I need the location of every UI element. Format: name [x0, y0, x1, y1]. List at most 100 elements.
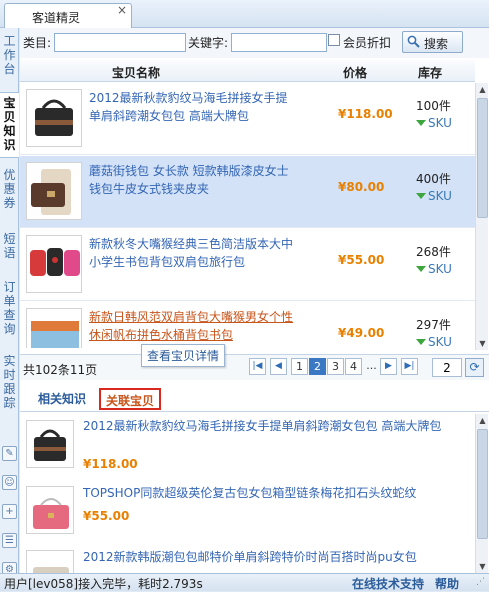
table-header: 宝贝名称 价格 库存 [20, 60, 475, 82]
sidebar-tab-order-query[interactable]: 订单查询 [0, 280, 19, 346]
item-name-link[interactable]: 新款日韩风范双肩背包大嘴猴男女个性休闲帆布拼色水桶背包书包 [89, 308, 299, 344]
page-button-current[interactable]: 2 [309, 358, 326, 375]
sidebar-tab-label: 订单查询 [3, 280, 16, 336]
pen-icon[interactable]: ✎ [2, 446, 17, 461]
related-item-name-link[interactable]: 2012最新秋款豹纹马海毛拼接女手提单肩斜跨潮女包包 高端大牌包 [83, 418, 473, 435]
user-add-icon[interactable]: + [2, 504, 17, 519]
prev-page-icon[interactable]: ◀ [270, 358, 287, 375]
chevron-down-icon [416, 339, 426, 345]
search-bar: 类目: 关键字: 会员折扣 搜索 [20, 28, 489, 58]
item-stock: 268件 [416, 245, 451, 259]
table-row[interactable]: 蘑菇街钱包 女长款 短款韩版漆皮女士钱包牛皮女式钱夹皮夹 ¥80.00 400件… [20, 156, 475, 228]
sidebar-tab-phrases[interactable]: 短语 [0, 232, 19, 272]
sidebar-tab-realtime-tracking[interactable]: 实时跟踪 [0, 354, 19, 420]
scroll-up-icon[interactable]: ▲ [476, 414, 489, 427]
close-icon[interactable]: × [117, 3, 127, 17]
list-item[interactable]: 2012最新秋款豹纹马海毛拼接女手提单肩斜跨潮女包包 高端大牌包 ¥118.00 [20, 414, 475, 480]
chevron-down-icon [416, 120, 426, 126]
list-item[interactable]: TOPSHOP同款超级英伦复古包女包箱型链条梅花扣石头纹蛇纹 ¥55.00 [20, 482, 475, 544]
sku-toggle[interactable]: SKU [416, 335, 452, 348]
item-price: ¥55.00 [338, 253, 385, 267]
scrollbar-thumb[interactable] [477, 98, 488, 218]
sidebar-tab-label: 短语 [3, 232, 16, 260]
sidebar-tab-label: 工作台 [3, 34, 16, 76]
item-name-link[interactable]: 蘑菇街钱包 女长款 短款韩版漆皮女士钱包牛皮女式钱夹皮夹 [89, 162, 299, 198]
related-item-name-link[interactable]: 2012新款韩版潮包包邮特价单肩斜跨特价时尚百搭时尚pu女包 [83, 549, 473, 566]
sku-toggle[interactable]: SKU [416, 262, 452, 276]
sku-label: SKU [428, 335, 452, 348]
sku-label: SKU [428, 116, 452, 130]
table-row[interactable]: 新款秋冬大嘴猴经典三色简洁版本大中小学生书包背包双肩包旅行包 ¥55.00 26… [20, 229, 475, 301]
refresh-icon[interactable]: ⟳ [465, 358, 484, 377]
related-item-price: ¥118.00 [83, 457, 138, 471]
keyword-input[interactable] [231, 33, 327, 52]
status-message: 用户[lev058]接入完毕，耗时2.793s [4, 577, 203, 591]
related-item-name-link[interactable]: TOPSHOP同款超级英伦复古包女包箱型链条梅花扣石头纹蛇纹 [83, 485, 473, 502]
tab-related-knowledge[interactable]: 相关知识 [33, 388, 91, 410]
scroll-down-icon[interactable]: ▼ [476, 337, 489, 350]
search-button-label: 搜索 [424, 37, 449, 51]
chevron-down-icon [416, 266, 426, 272]
item-name-link[interactable]: 新款秋冬大嘴猴经典三色简洁版本大中小学生书包背包双肩包旅行包 [89, 235, 299, 271]
item-price: ¥118.00 [338, 107, 393, 121]
item-list-scrollbar[interactable]: ▲ ▼ [475, 83, 488, 350]
chevron-down-icon [416, 193, 426, 199]
product-thumbnail [26, 550, 74, 573]
sidebar-tab-item-knowledge[interactable]: 宝贝知识 [0, 92, 19, 158]
column-header-name: 宝贝名称 [112, 66, 161, 80]
related-items-list: 2012最新秋款豹纹马海毛拼接女手提单肩斜跨潮女包包 高端大牌包 ¥118.00… [20, 414, 475, 573]
tab-title: 客道精灵 [32, 11, 81, 25]
item-stock: 100件 [416, 99, 451, 113]
title-bar: 客道精灵 × [0, 0, 489, 28]
search-icon [407, 35, 420, 48]
result-summary: 共102条11页 [23, 363, 98, 377]
sidebar-tab-workbench[interactable]: 工作台 [0, 34, 19, 88]
contacts-icon[interactable]: ☰ [2, 533, 17, 548]
item-stock: 297件 [416, 318, 451, 332]
column-header-price: 价格 [343, 66, 368, 80]
related-item-price: ¥55.00 [83, 509, 130, 523]
page-button[interactable]: 1 [291, 358, 308, 375]
related-list-scrollbar[interactable]: ▲ ▼ [475, 414, 488, 573]
category-input[interactable] [54, 33, 186, 52]
table-row[interactable]: 新款日韩风范双肩背包大嘴猴男女个性休闲帆布拼色水桶背包书包 ¥49.00 297… [20, 302, 475, 348]
sku-label: SKU [428, 262, 452, 276]
scroll-down-icon[interactable]: ▼ [476, 560, 489, 573]
member-discount-label: 会员折扣 [343, 36, 392, 50]
next-page-icon[interactable]: ▶ [380, 358, 397, 375]
sidebar-tab-label: 优惠券 [3, 168, 16, 210]
product-thumbnail [26, 308, 82, 348]
item-price: ¥49.00 [338, 326, 385, 340]
sku-toggle[interactable]: SKU [416, 189, 452, 203]
online-support-link[interactable]: 在线技术支持 [352, 575, 424, 592]
tab-related-items[interactable]: 关联宝贝 [99, 388, 162, 410]
sku-toggle[interactable]: SKU [416, 116, 452, 130]
page-button[interactable]: 3 [327, 358, 344, 375]
goto-page-input[interactable] [432, 358, 462, 377]
table-row[interactable]: 2012最新秋款豹纹马海毛拼接女手提单肩斜跨潮女包包 高端大牌包 ¥118.00… [20, 83, 475, 155]
user-icon[interactable]: ☺ [2, 475, 17, 490]
tab-kedao-jingling[interactable]: 客道精灵 × [4, 3, 132, 28]
scroll-up-icon[interactable]: ▲ [476, 83, 489, 96]
product-thumbnail [26, 235, 82, 293]
scrollbar-thumb[interactable] [477, 429, 488, 539]
item-detail-tooltip: 查看宝贝详情 [141, 344, 226, 367]
sidebar-tab-label: 宝贝知识 [3, 96, 16, 152]
resize-grip-icon[interactable]: ⋰ [476, 577, 486, 589]
product-thumbnail [26, 486, 74, 534]
search-button[interactable]: 搜索 [402, 31, 463, 53]
product-thumbnail [26, 162, 82, 220]
item-table: 2012最新秋款豹纹马海毛拼接女手提单肩斜跨潮女包包 高端大牌包 ¥118.00… [20, 83, 475, 348]
pagination-bar: 共102条11页 |◀ ◀ 1 2 3 4 ... ▶ ▶| ⟳ [20, 354, 489, 380]
member-discount-checkbox[interactable] [328, 34, 340, 46]
help-link[interactable]: 帮助 [435, 575, 459, 592]
category-label: 类目: [23, 36, 52, 50]
sidebar-tab-coupons[interactable]: 优惠券 [0, 168, 19, 222]
item-stock: 400件 [416, 172, 451, 186]
list-item[interactable]: 2012新款韩版潮包包邮特价单肩斜跨特价时尚百搭时尚pu女包 [20, 546, 475, 573]
last-page-icon[interactable]: ▶| [401, 358, 418, 375]
first-page-icon[interactable]: |◀ [249, 358, 266, 375]
page-button[interactable]: 4 [345, 358, 362, 375]
bottom-tabs: 相关知识 关联宝贝 [20, 384, 489, 412]
item-name-link[interactable]: 2012最新秋款豹纹马海毛拼接女手提单肩斜跨潮女包包 高端大牌包 [89, 89, 299, 125]
